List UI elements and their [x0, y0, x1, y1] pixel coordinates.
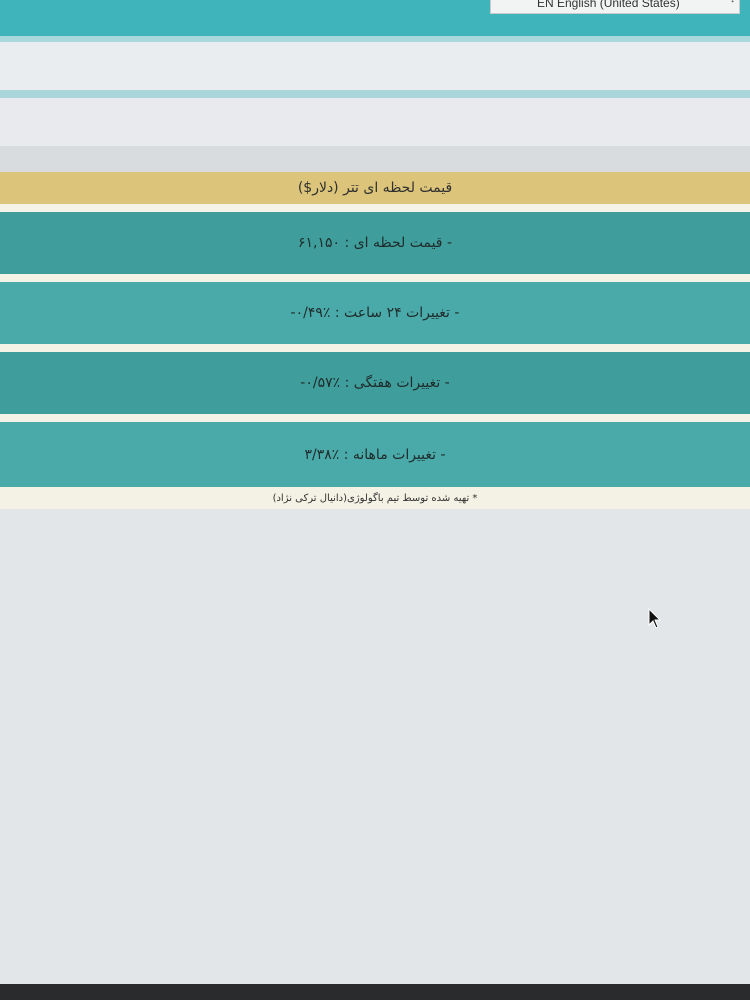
input-field-2[interactable] — [0, 98, 750, 146]
stat-monthly-change: - تغییرات ماهانه : ٪۳/۳۸ — [304, 446, 446, 463]
language-select[interactable]: EN English (United States) ↕ — [490, 0, 740, 14]
stat-24h-change: - تغییرات ۲۴ ساعت : ٪۰/۴۹- — [290, 305, 460, 321]
row-divider — [0, 344, 750, 352]
monitor-bezel — [0, 984, 750, 1000]
stat-row-monthly-change: - تغییرات ماهانه : ٪۳/۳۸ — [0, 422, 750, 487]
empty-page-area — [0, 509, 750, 984]
stat-row-24h-change: - تغییرات ۲۴ ساعت : ٪۰/۴۹- — [0, 282, 750, 344]
stat-row-weekly-change: - تغییرات هفتگی : ٪۰/۵۷- — [0, 352, 750, 414]
language-select-value: EN English (United States) — [537, 0, 680, 10]
row-divider — [0, 274, 750, 282]
stat-weekly-change: - تغییرات هفتگی : ٪۰/۵۷- — [300, 375, 450, 391]
chevron-updown-icon: ↕ — [730, 0, 735, 5]
row-divider — [0, 414, 750, 422]
input-field-1[interactable] — [0, 42, 750, 91]
price-title-bar: قیمت لحظه ای تتر (دلار$) — [0, 172, 750, 204]
stat-current-price: - قیمت لحظه ای : ۶۱,۱۵۰ — [298, 235, 452, 251]
credit-footnote: * تهیه شده توسط تیم باگولوژی(دانیال ترکی… — [272, 492, 478, 504]
footnote-bar: * تهیه شده توسط تیم باگولوژی(دانیال ترکی… — [0, 487, 750, 509]
spacer-band — [0, 146, 750, 172]
page-title: قیمت لحظه ای تتر (دلار$) — [297, 180, 453, 196]
row-divider — [0, 204, 750, 212]
mouse-pointer-icon — [648, 608, 662, 629]
section-divider — [0, 90, 750, 98]
stat-row-current-price: - قیمت لحظه ای : ۶۱,۱۵۰ — [0, 212, 750, 274]
